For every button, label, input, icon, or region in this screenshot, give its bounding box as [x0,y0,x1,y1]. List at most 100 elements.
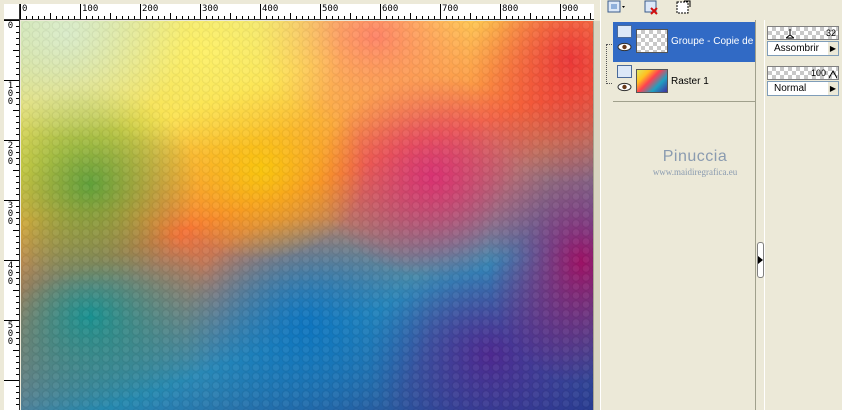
ruler-tick [554,16,555,19]
ruler-tick [13,170,19,171]
layer-row-raster-1[interactable]: Raster 1 [613,62,755,102]
eye-icon[interactable] [617,82,632,92]
layer-properties-groupe: 32 Assombrir ▶ [767,26,839,60]
ruler-tick [392,16,393,19]
ruler-corner [4,4,20,20]
layer-row-groupe[interactable]: Groupe - Copie de R [613,22,755,62]
ruler-tick [500,4,501,19]
ruler-tick [356,16,357,19]
ruler-tick [16,212,19,213]
ruler-tick [182,16,183,19]
group-bracket [606,44,612,84]
ruler-tick [290,13,291,19]
ruler-tick [16,398,19,399]
layer-type-icon [617,65,632,78]
ruler-tick [16,182,19,183]
ruler-tick [476,16,477,19]
ruler-tick [44,16,45,19]
ruler-tick [512,16,513,19]
ruler-tick [38,16,39,19]
ruler-tick [284,16,285,19]
ruler-tick [440,4,441,19]
ruler-tick [386,16,387,19]
ruler-tick [326,16,327,19]
ruler-tick [188,16,189,19]
ruler-tick [92,16,93,19]
ruler-tick [16,338,19,339]
splitter-grip[interactable] [757,242,764,278]
ruler-tick [266,16,267,19]
watermark-url: www.maidiregrafica.eu [652,167,738,177]
ruler-tick [16,296,19,297]
ruler-tick [16,104,19,105]
layer-type-icon [617,25,632,38]
ruler-tick [302,16,303,19]
canvas-workspace: 0 100 200 300 400 500 600 700 800 900 0 1 0 0 2 0 0… [0,0,600,410]
opacity-value: 100 [810,68,826,78]
ruler-tick [308,16,309,19]
mask-icon[interactable] [673,0,695,18]
ruler-tick [16,68,19,69]
image-canvas[interactable] [21,21,593,410]
ruler-tick [16,344,19,345]
ruler-tick [578,16,579,19]
ruler-tick [458,16,459,19]
ruler-tick [140,4,141,19]
new-layer-icon[interactable] [605,0,627,18]
blend-mode-select[interactable]: Assombrir ▶ [767,41,839,56]
ruler-tick [13,350,19,351]
ruler-tick [16,32,19,33]
layers-list: Groupe - Copie de R Raster 1 [613,22,755,102]
ruler-tick [428,16,429,19]
ruler-label: 5 0 0 [7,321,14,347]
ruler-tick [260,4,261,19]
ruler-tick [236,16,237,19]
ruler-tick [16,128,19,129]
ruler-tick [362,16,363,19]
ruler-tick [16,26,19,27]
opacity-value: 32 [825,28,836,38]
eye-icon[interactable] [617,42,632,52]
ruler-tick [230,13,231,19]
ruler-tick [16,56,19,57]
ruler-tick [248,16,249,19]
ruler-tick [590,13,591,19]
ruler-tick [16,224,19,225]
blend-mode-select[interactable]: Normal ▶ [767,81,839,96]
palette-splitter[interactable] [755,20,765,410]
delete-layer-icon[interactable] [641,0,663,18]
ruler-tick [16,122,19,123]
blend-mode-value: Assombrir [774,43,820,54]
ruler-tick [350,13,351,19]
ruler-tick [152,16,153,19]
ruler-label: 1 0 0 [7,81,14,107]
ruler-label: 400 [262,4,279,14]
ruler-tick [206,16,207,19]
ruler-tick [50,13,51,19]
ruler-tick [278,16,279,19]
ruler-tick [16,62,19,63]
ruler-tick [16,164,19,165]
chevron-right-icon: ▶ [828,82,838,95]
layer-name: Raster 1 [671,76,709,87]
ruler-tick [212,16,213,19]
chevron-right-icon: ▶ [828,42,838,55]
opacity-slider[interactable]: 100 [767,66,839,80]
app-window: 0 100 200 300 400 500 600 700 800 900 0 1 0 0 2 0 0… [0,0,842,410]
ruler-label: 0 [7,21,14,31]
ruler-tick [452,16,453,19]
ruler-tick [488,16,489,19]
ruler-tick [16,284,19,285]
ruler-tick [524,16,525,19]
opacity-slider[interactable]: 32 [767,26,839,40]
ruler-tick [16,152,19,153]
ruler-tick [410,13,411,19]
ruler-tick [16,158,19,159]
ruler-tick [464,16,465,19]
ruler-tick [16,278,19,279]
ruler-tick [16,38,19,39]
ruler-label: 800 [502,4,519,14]
watermark-name: Pinuccia [662,148,728,165]
ruler-tick [320,4,321,19]
ruler-tick [16,302,19,303]
